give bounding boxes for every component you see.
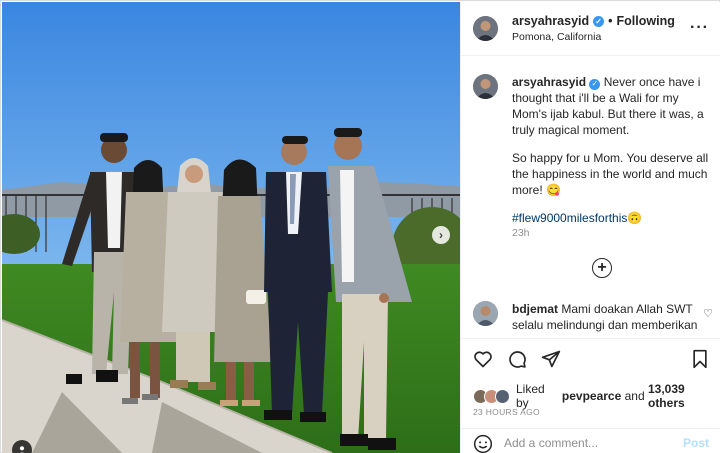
caption-hashtag-row: #flew9000milesforthis🙃 <box>512 210 716 226</box>
caption-text-2: So happy for u Mom. You deserve all the … <box>512 151 709 197</box>
liker-avatar <box>495 388 510 404</box>
comment-icon[interactable] <box>507 349 527 369</box>
add-comment-row: Add a comment... Post <box>461 428 720 453</box>
emoji-button[interactable] <box>473 434 493 453</box>
liked-and: and <box>624 389 645 403</box>
caption-paragraph-1: arsyahrasyid ✓ Never once have i thought… <box>512 74 716 138</box>
dot-separator: • <box>608 14 613 28</box>
likes-summary: Liked by pevpearce and 13,039 others <box>473 382 720 410</box>
hashtag-emoji: 🙃 <box>627 211 643 225</box>
verified-badge-icon: ✓ <box>589 78 601 90</box>
caption-username[interactable]: arsyahrasyid <box>512 75 586 89</box>
paper-plane-icon[interactable] <box>541 349 561 369</box>
user-tag-icon <box>19 446 25 453</box>
post-location[interactable]: Pomona, California <box>512 31 601 43</box>
caption-hashtag[interactable]: #flew9000milesforthis <box>512 211 627 225</box>
post-timestamp: 23 HOURS AGO <box>473 407 540 417</box>
caption-text-block: arsyahrasyid ✓ Never once have i thought… <box>512 74 716 226</box>
liked-by-user[interactable]: pevpearce <box>562 389 621 403</box>
author-username-row: arsyahrasyid ✓ • Following <box>512 14 675 28</box>
caption-time: 23h <box>512 227 530 239</box>
liker-avatars <box>473 388 510 404</box>
liked-by-prefix: Liked by <box>516 382 545 410</box>
comment-username[interactable]: bdjemat <box>512 302 558 316</box>
plus-circle-icon[interactable]: + <box>592 258 612 278</box>
post-photo[interactable]: › <box>2 2 460 453</box>
instagram-post-frame: › arsyahrasyid ✓ • Following Pomona, Cal… <box>0 0 720 453</box>
liked-others-count[interactable]: 13,039 others <box>648 382 720 410</box>
author-avatar[interactable] <box>473 16 498 41</box>
following-button[interactable]: Following <box>617 14 675 28</box>
more-options-icon[interactable]: ··· <box>690 19 709 37</box>
chevron-right-icon: › <box>439 228 443 242</box>
photo-illustration <box>2 2 460 453</box>
caption-paragraph-2: So happy for u Mom. You deserve all the … <box>512 150 716 198</box>
post-side-panel: arsyahrasyid ✓ • Following Pomona, Calif… <box>460 2 720 453</box>
action-icons-group <box>473 349 561 369</box>
caption-avatar[interactable] <box>473 74 498 99</box>
save-button[interactable] <box>691 349 709 369</box>
heart-icon[interactable] <box>473 349 493 369</box>
post-comment-button[interactable]: Post <box>683 436 709 450</box>
author-username[interactable]: arsyahrasyid <box>512 14 589 28</box>
post-actions-bar: Liked by pevpearce and 13,039 others 23 … <box>461 338 720 453</box>
user-tag-button[interactable] <box>12 440 32 453</box>
comment-text-block: bdjemat Mami doakan Allah SWT selalu mel… <box>512 301 702 333</box>
verified-badge-icon: ✓ <box>593 15 605 27</box>
emoji-icon <box>473 434 493 453</box>
post-header: arsyahrasyid ✓ • Following Pomona, Calif… <box>461 2 720 56</box>
carousel-next-button[interactable]: › <box>432 226 450 244</box>
add-comment-input[interactable]: Add a comment... <box>504 436 598 450</box>
bookmark-icon <box>693 349 707 369</box>
comment-like-heart-icon[interactable]: ♡ <box>703 307 713 320</box>
commenter-avatar[interactable] <box>473 301 498 326</box>
caption-emoji: 😋 <box>546 183 561 197</box>
